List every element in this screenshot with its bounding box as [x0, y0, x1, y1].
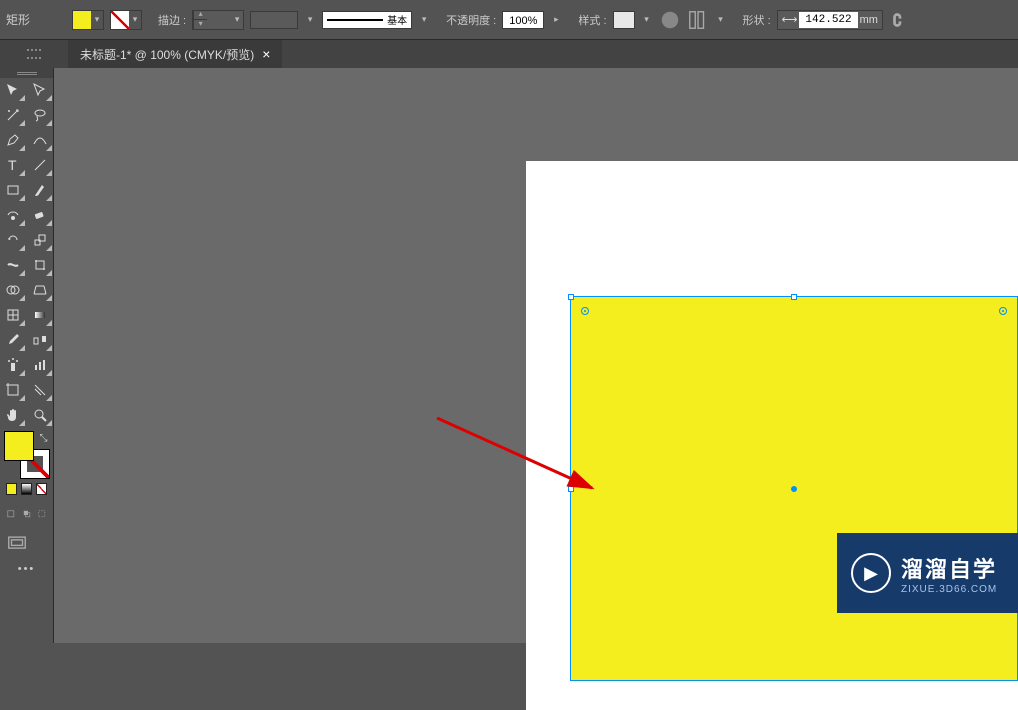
- direct-selection-tool[interactable]: [27, 78, 53, 102]
- tab-bar-handle[interactable]: [0, 40, 68, 68]
- chevron-down-icon[interactable]: ▾: [231, 11, 243, 29]
- tools-panel: T ⤡: [0, 68, 54, 643]
- align-icon[interactable]: [687, 9, 709, 31]
- type-tool[interactable]: T: [0, 153, 26, 177]
- draw-normal-icon[interactable]: [6, 503, 16, 525]
- line-tool[interactable]: [27, 153, 53, 177]
- rotate-tool[interactable]: [0, 228, 26, 252]
- opacity-label: 不透明度 :: [446, 12, 496, 28]
- watermark-title: 溜溜自学: [901, 552, 997, 584]
- corner-radius-widget[interactable]: [581, 307, 589, 315]
- slice-tool[interactable]: [27, 378, 53, 402]
- chevron-right-icon[interactable]: ▸: [550, 11, 562, 29]
- eraser-tool[interactable]: [27, 203, 53, 227]
- shape-builder-tool[interactable]: [0, 278, 26, 302]
- shaper-tool[interactable]: [0, 203, 26, 227]
- fill-color-picker[interactable]: ▾: [72, 10, 104, 30]
- chevron-down-icon[interactable]: ▾: [129, 11, 141, 29]
- unit-label: mm: [860, 14, 878, 26]
- symbol-sprayer-tool[interactable]: [0, 353, 26, 377]
- color-mode-none[interactable]: [36, 483, 47, 495]
- lasso-tool[interactable]: [27, 103, 53, 127]
- document-tab-bar: 未标题-1* @ 100% (CMYK/预览) ×: [0, 40, 1018, 68]
- chevron-down-icon[interactable]: ▾: [194, 20, 207, 30]
- current-tool-label: 矩形: [6, 11, 66, 28]
- artboard-tool[interactable]: [0, 378, 26, 402]
- zoom-tool[interactable]: [27, 403, 53, 427]
- stroke-weight-input[interactable]: ▴▾ ▾: [192, 10, 244, 30]
- selection-center-point[interactable]: [791, 486, 797, 492]
- fill-swatch: [73, 11, 91, 29]
- svg-text:T: T: [8, 157, 17, 173]
- gradient-tool[interactable]: [27, 303, 53, 327]
- fill-color-box[interactable]: [4, 431, 34, 461]
- draw-behind-icon[interactable]: [22, 503, 32, 525]
- edit-toolbar-icon[interactable]: •••: [18, 563, 36, 575]
- options-bar: 矩形 ▾ ▾ 描边 : ▴▾ ▾ ▾ 基本 ▾ 不透明度 : 100% ▸ 样式…: [0, 0, 1018, 40]
- rectangle-tool[interactable]: [0, 178, 26, 202]
- stroke-line-preview: [327, 19, 383, 21]
- pen-tool[interactable]: [0, 128, 26, 152]
- eyedropper-tool[interactable]: [0, 328, 26, 352]
- chevron-up-icon[interactable]: ▴: [194, 10, 207, 20]
- variable-width-profile[interactable]: [250, 11, 298, 29]
- chevron-down-icon[interactable]: ▾: [715, 11, 727, 29]
- color-mode-gradient[interactable]: [21, 483, 32, 495]
- graphic-style-picker[interactable]: [613, 11, 635, 29]
- chevron-down-icon[interactable]: ▾: [91, 11, 103, 29]
- shape-width-value[interactable]: 142.522: [799, 12, 857, 28]
- canvas[interactable]: ▶ 溜溜自学 ZIXUE.3D66.COM: [54, 68, 1018, 643]
- shape-width-input[interactable]: ⟷ 142.522 mm: [777, 10, 883, 30]
- selection-handle[interactable]: [791, 294, 797, 300]
- selection-handle[interactable]: [568, 486, 574, 492]
- curvature-tool[interactable]: [27, 128, 53, 152]
- watermark-subtitle: ZIXUE.3D66.COM: [901, 584, 997, 595]
- chevron-down-icon[interactable]: ▾: [304, 11, 316, 29]
- paintbrush-tool[interactable]: [27, 178, 53, 202]
- link-icon[interactable]: [889, 9, 911, 31]
- color-mode-solid[interactable]: [6, 483, 17, 495]
- stroke-swatch-none: [111, 11, 129, 29]
- chevron-down-icon[interactable]: ▾: [418, 11, 430, 29]
- magic-wand-tool[interactable]: [0, 103, 26, 127]
- shape-label: 形状 :: [743, 12, 771, 28]
- column-graph-tool[interactable]: [27, 353, 53, 377]
- scale-tool[interactable]: [27, 228, 53, 252]
- width-tool[interactable]: [0, 253, 26, 277]
- stroke-label: 描边 :: [158, 12, 186, 28]
- width-icon: ⟷: [782, 13, 798, 26]
- style-label: 样式 :: [578, 12, 606, 28]
- selected-rectangle-shape[interactable]: [570, 296, 1018, 681]
- selection-handle[interactable]: [568, 294, 574, 300]
- swap-fill-stroke-icon[interactable]: ⤡: [40, 433, 48, 444]
- brush-definition[interactable]: 基本: [322, 11, 412, 29]
- tab-title: 未标题-1* @ 100% (CMYK/预览): [80, 46, 254, 63]
- perspective-grid-tool[interactable]: [27, 278, 53, 302]
- mesh-tool[interactable]: [0, 303, 26, 327]
- opacity-input[interactable]: 100%: [502, 11, 544, 29]
- hand-tool[interactable]: [0, 403, 26, 427]
- corner-radius-widget[interactable]: [999, 307, 1007, 315]
- panel-drag-handle[interactable]: [0, 68, 53, 78]
- watermark-overlay: ▶ 溜溜自学 ZIXUE.3D66.COM: [837, 533, 1018, 613]
- selection-tool[interactable]: [0, 78, 26, 102]
- draw-inside-icon[interactable]: [37, 503, 47, 525]
- play-icon: ▶: [851, 553, 891, 593]
- document-tab[interactable]: 未标题-1* @ 100% (CMYK/预览) ×: [68, 40, 282, 68]
- brush-name: 基本: [387, 12, 407, 27]
- fill-stroke-indicator[interactable]: ⤡: [4, 431, 50, 479]
- close-icon[interactable]: ×: [262, 46, 270, 62]
- blend-tool[interactable]: [27, 328, 53, 352]
- chevron-down-icon[interactable]: ▾: [641, 11, 653, 29]
- screen-mode-icon[interactable]: [6, 533, 28, 555]
- color-mode-switches: [6, 483, 47, 495]
- free-transform-tool[interactable]: [27, 253, 53, 277]
- recolor-artwork-icon[interactable]: [659, 9, 681, 31]
- stroke-color-picker[interactable]: ▾: [110, 10, 142, 30]
